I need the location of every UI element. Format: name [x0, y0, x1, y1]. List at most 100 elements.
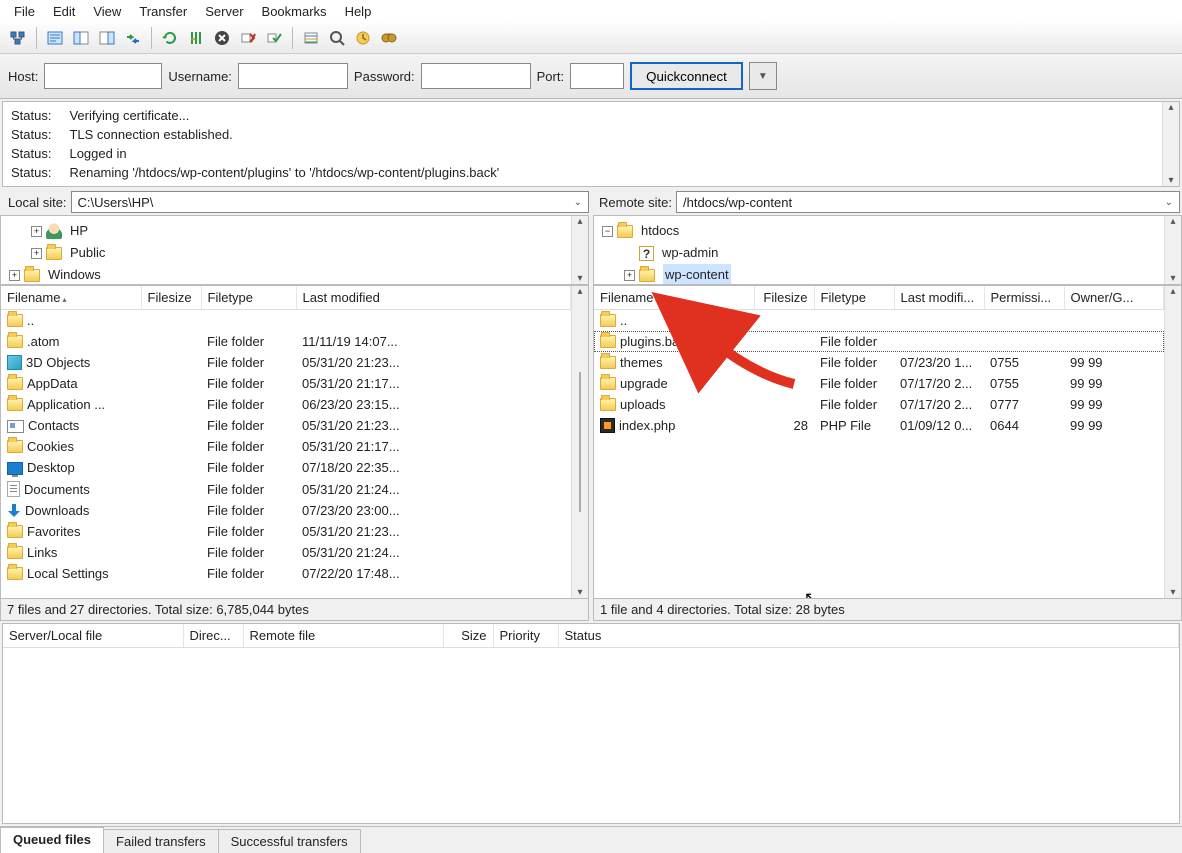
menu-view[interactable]: View	[85, 2, 129, 21]
process-queue-icon[interactable]	[184, 26, 208, 50]
reconnect-icon[interactable]	[262, 26, 286, 50]
mon-icon	[7, 462, 23, 475]
col-modified[interactable]: Last modified	[296, 286, 571, 310]
compare-icon[interactable]	[351, 26, 375, 50]
site-path-bar: Local site: C:\Users\HP\⌄ Remote site: /…	[0, 189, 1182, 215]
folder-icon	[7, 567, 23, 580]
table-row[interactable]: DesktopFile folder07/18/20 22:35...	[1, 457, 571, 478]
expand-icon[interactable]: +	[624, 270, 635, 281]
host-input[interactable]	[44, 63, 162, 89]
local-file-list[interactable]: Filename▴ Filesize Filetype Last modifie…	[0, 285, 589, 599]
chevron-down-icon[interactable]: ⌄	[574, 197, 582, 208]
col-size[interactable]: Size	[443, 624, 493, 648]
table-row[interactable]: .atomFile folder11/11/19 14:07...	[1, 331, 571, 352]
col-filesize[interactable]: Filesize	[141, 286, 201, 310]
sort-asc-icon: ▴	[655, 295, 659, 304]
col-status[interactable]: Status	[558, 624, 1179, 648]
col-permissions[interactable]: Permissi...	[984, 286, 1064, 310]
remote-list-scrollbar[interactable]: ▴▾	[1164, 286, 1181, 598]
col-filename[interactable]: Filename▴	[1, 286, 141, 310]
chevron-down-icon[interactable]: ⌄	[1165, 197, 1173, 208]
col-filetype[interactable]: Filetype	[201, 286, 296, 310]
table-row[interactable]: DownloadsFile folder07/23/20 23:00...	[1, 500, 571, 521]
table-row[interactable]: LinksFile folder05/31/20 21:24...	[1, 542, 571, 563]
refresh-icon[interactable]	[158, 26, 182, 50]
tree-item[interactable]: −htdocs	[602, 220, 1173, 242]
table-row[interactable]: 3D ObjectsFile folder05/31/20 21:23...	[1, 352, 571, 373]
table-row[interactable]: index.php28PHP File01/09/12 0...064499 9…	[594, 415, 1164, 436]
tree-item[interactable]: +Windows	[9, 264, 580, 285]
col-owner[interactable]: Owner/G...	[1064, 286, 1164, 310]
toggle-remote-tree-icon[interactable]	[95, 26, 119, 50]
search-icon[interactable]	[325, 26, 349, 50]
table-row[interactable]: Application ...File folder06/23/20 23:15…	[1, 394, 571, 415]
tab-queued[interactable]: Queued files	[0, 827, 104, 853]
col-direction[interactable]: Direc...	[183, 624, 243, 648]
remote-file-list[interactable]: Filename▴ Filesize Filetype Last modifi.…	[593, 285, 1182, 599]
port-input[interactable]	[570, 63, 624, 89]
menu-file[interactable]: File	[6, 2, 43, 21]
username-input[interactable]	[238, 63, 348, 89]
local-tree-scrollbar[interactable]: ▴▾	[571, 216, 588, 284]
table-row[interactable]: AppDataFile folder05/31/20 21:17...	[1, 373, 571, 394]
unknown-folder-icon: ?	[639, 246, 654, 261]
local-site-input[interactable]: C:\Users\HP\⌄	[71, 191, 589, 213]
transfer-queue[interactable]: Server/Local file Direc... Remote file S…	[2, 623, 1180, 824]
tree-item[interactable]: +HP	[9, 220, 580, 242]
table-row[interactable]: ContactsFile folder05/31/20 21:23...	[1, 415, 571, 436]
menu-transfer[interactable]: Transfer	[131, 2, 195, 21]
folder-icon	[7, 525, 23, 538]
table-row[interactable]: themesFile folder07/23/20 1...075599 99	[594, 352, 1164, 373]
table-row[interactable]: FavoritesFile folder05/31/20 21:23...	[1, 521, 571, 542]
toggle-local-tree-icon[interactable]	[69, 26, 93, 50]
col-filetype[interactable]: Filetype	[814, 286, 894, 310]
cancel-icon[interactable]	[210, 26, 234, 50]
local-list-scrollbar[interactable]: ▴▾	[571, 286, 588, 598]
password-input[interactable]	[421, 63, 531, 89]
table-row[interactable]: plugins.backFile folder	[594, 331, 1164, 352]
menu-bookmarks[interactable]: Bookmarks	[254, 2, 335, 21]
site-manager-icon[interactable]	[6, 26, 30, 50]
local-status: 7 files and 27 directories. Total size: …	[0, 599, 589, 621]
folder-icon	[7, 546, 23, 559]
menu-help[interactable]: Help	[337, 2, 380, 21]
collapse-icon[interactable]: −	[602, 226, 613, 237]
toggle-log-icon[interactable]	[43, 26, 67, 50]
folder-icon	[600, 398, 616, 411]
remote-tree-scrollbar[interactable]: ▴▾	[1164, 216, 1181, 284]
filter-icon[interactable]	[299, 26, 323, 50]
tab-successful[interactable]: Successful transfers	[218, 829, 361, 853]
tree-item[interactable]: +Public	[9, 242, 580, 264]
expand-icon[interactable]: +	[31, 226, 42, 237]
table-row[interactable]: uploadsFile folder07/17/20 2...077799 99	[594, 394, 1164, 415]
menu-edit[interactable]: Edit	[45, 2, 83, 21]
remote-site-input[interactable]: /htdocs/wp-content⌄	[676, 191, 1180, 213]
remote-tree[interactable]: −htdocs ?wp-admin +wp-content ▴▾	[593, 215, 1182, 285]
disconnect-icon[interactable]	[236, 26, 260, 50]
col-remote-file[interactable]: Remote file	[243, 624, 443, 648]
menu-server[interactable]: Server	[197, 2, 251, 21]
toggle-queue-icon[interactable]	[121, 26, 145, 50]
log-scrollbar[interactable]: ▴▾	[1162, 102, 1179, 186]
table-row[interactable]: ..	[594, 310, 1164, 332]
card-icon	[7, 420, 24, 433]
quickconnect-button[interactable]: Quickconnect	[630, 62, 743, 90]
col-server-file[interactable]: Server/Local file	[3, 624, 183, 648]
local-tree[interactable]: +HP +Public +Windows ▴▾	[0, 215, 589, 285]
table-row[interactable]: CookiesFile folder05/31/20 21:17...	[1, 436, 571, 457]
table-row[interactable]: upgradeFile folder07/17/20 2...075599 99	[594, 373, 1164, 394]
col-filename[interactable]: Filename▴	[594, 286, 754, 310]
table-row[interactable]: DocumentsFile folder05/31/20 21:24...	[1, 478, 571, 500]
quickconnect-dropdown[interactable]: ▼	[749, 62, 777, 90]
tree-item[interactable]: ?wp-admin	[602, 242, 1173, 264]
col-priority[interactable]: Priority	[493, 624, 558, 648]
table-row[interactable]: ..	[1, 310, 571, 332]
tab-failed[interactable]: Failed transfers	[103, 829, 219, 853]
expand-icon[interactable]: +	[31, 248, 42, 259]
table-row[interactable]: Local SettingsFile folder07/22/20 17:48.…	[1, 563, 571, 584]
tree-item[interactable]: +wp-content	[602, 264, 1173, 285]
col-filesize[interactable]: Filesize	[754, 286, 814, 310]
col-modified[interactable]: Last modifi...	[894, 286, 984, 310]
expand-icon[interactable]: +	[9, 270, 20, 281]
find-icon[interactable]	[377, 26, 401, 50]
